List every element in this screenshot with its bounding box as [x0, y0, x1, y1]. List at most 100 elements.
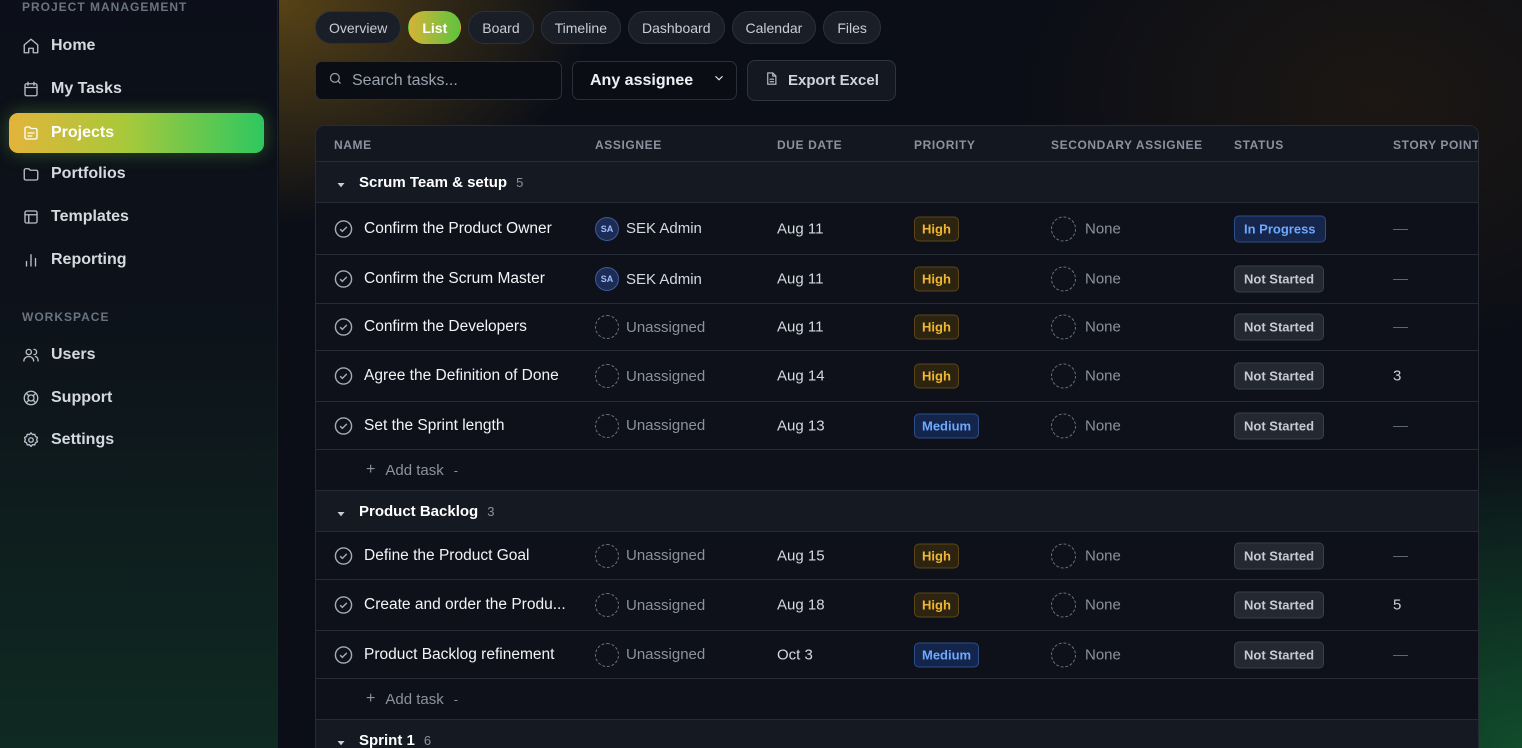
- status-cell[interactable]: In Progress: [1234, 215, 1326, 242]
- task-name[interactable]: Create and order the Produ...: [364, 596, 576, 614]
- secondary-assignee-cell[interactable]: None: [1051, 266, 1121, 292]
- priority-cell[interactable]: High: [914, 216, 959, 241]
- nav-item-support[interactable]: Support: [9, 378, 264, 418]
- priority-cell[interactable]: High: [914, 543, 959, 568]
- complete-check-icon[interactable]: [334, 416, 353, 435]
- status-cell[interactable]: Not Started: [1234, 542, 1325, 569]
- task-name[interactable]: Agree the Definition of Done: [364, 367, 576, 385]
- table-row[interactable]: Confirm the Developers Unassigned Aug 11…: [316, 304, 1478, 351]
- status-cell[interactable]: Not Started: [1234, 591, 1325, 619]
- nav-item-reporting[interactable]: Reporting: [9, 240, 264, 280]
- assignee-filter-select[interactable]: Any assignee: [572, 61, 737, 100]
- story-points[interactable]: —: [1393, 646, 1408, 663]
- column-header-due-date[interactable]: DUE DATE: [777, 138, 842, 152]
- tab-calendar[interactable]: Calendar: [731, 11, 817, 44]
- due-date[interactable]: Aug 13: [777, 417, 825, 434]
- complete-check-icon[interactable]: [334, 596, 353, 615]
- assignee-cell[interactable]: Unassigned: [595, 315, 705, 339]
- caret-down-icon[interactable]: [336, 735, 346, 746]
- due-date[interactable]: Aug 18: [777, 597, 825, 614]
- nav-item-templates[interactable]: Templates: [9, 197, 264, 237]
- priority-cell[interactable]: High: [914, 592, 959, 618]
- complete-check-icon[interactable]: [334, 546, 353, 565]
- table-row[interactable]: Confirm the Product Owner SA SEK Admin Au…: [316, 203, 1478, 255]
- assignee-cell[interactable]: Unassigned: [595, 413, 705, 438]
- nav-item-my-tasks[interactable]: My Tasks: [9, 69, 264, 109]
- column-header-name[interactable]: NAME: [334, 138, 372, 152]
- secondary-assignee-cell[interactable]: None: [1051, 413, 1121, 438]
- tab-list[interactable]: List: [408, 11, 462, 44]
- nav-item-home[interactable]: Home: [9, 26, 264, 66]
- table-row[interactable]: Set the Sprint length Unassigned Aug 13 …: [316, 402, 1478, 450]
- caret-down-icon[interactable]: [336, 506, 346, 517]
- assignee-cell[interactable]: Unassigned: [595, 642, 705, 667]
- priority-cell[interactable]: Medium: [914, 413, 980, 438]
- task-name[interactable]: Confirm the Scrum Master: [364, 270, 576, 288]
- status-cell[interactable]: Not Started: [1234, 641, 1325, 668]
- due-date[interactable]: Aug 11: [777, 319, 823, 336]
- caret-down-icon[interactable]: [336, 177, 346, 188]
- tab-dashboard[interactable]: Dashboard: [628, 11, 725, 44]
- secondary-assignee-cell[interactable]: None: [1051, 543, 1121, 568]
- task-name[interactable]: Product Backlog refinement: [364, 646, 576, 664]
- assignee-cell[interactable]: SA SEK Admin: [595, 267, 702, 291]
- story-points[interactable]: 5: [1393, 597, 1401, 614]
- group-header[interactable]: Product Backlog 3: [316, 491, 1478, 532]
- status-cell[interactable]: Not Started: [1234, 265, 1325, 293]
- due-date[interactable]: Aug 11: [777, 220, 823, 237]
- table-row[interactable]: Agree the Definition of Done Unassigned …: [316, 351, 1478, 402]
- tab-board[interactable]: Board: [468, 11, 534, 44]
- assignee-cell[interactable]: SA SEK Admin: [595, 216, 702, 241]
- secondary-assignee-cell[interactable]: None: [1051, 363, 1121, 389]
- group-header[interactable]: Sprint 16: [316, 720, 1478, 748]
- story-points[interactable]: —: [1393, 220, 1408, 237]
- column-header-secondary-assignee[interactable]: SECONDARY ASSIGNEE: [1051, 138, 1203, 152]
- secondary-assignee-cell[interactable]: None: [1051, 314, 1121, 340]
- export-excel-button[interactable]: Export Excel: [747, 60, 896, 101]
- due-date[interactable]: Oct 3: [777, 646, 813, 663]
- task-name[interactable]: Confirm the Developers: [364, 318, 576, 336]
- add-task-button[interactable]: + Add task -: [366, 690, 458, 708]
- group-header[interactable]: Scrum Team & setup 5: [316, 162, 1478, 203]
- task-name[interactable]: Set the Sprint length: [364, 417, 576, 435]
- table-row[interactable]: Confirm the Scrum Master SA SEK Admin Aug…: [316, 255, 1478, 304]
- story-points[interactable]: —: [1393, 271, 1408, 288]
- tab-overview[interactable]: Overview: [315, 11, 402, 44]
- story-points[interactable]: 3: [1393, 368, 1401, 385]
- table-row[interactable]: Create and order the Produ... Unassigned…: [316, 580, 1478, 631]
- story-points[interactable]: —: [1393, 547, 1408, 564]
- task-name[interactable]: Confirm the Product Owner: [364, 220, 576, 238]
- assignee-cell[interactable]: Unassigned: [595, 364, 705, 388]
- secondary-assignee-cell[interactable]: None: [1051, 216, 1121, 241]
- secondary-assignee-cell[interactable]: None: [1051, 592, 1121, 618]
- column-header-story-point[interactable]: STORY POINT: [1393, 138, 1478, 152]
- due-date[interactable]: Aug 14: [777, 368, 825, 385]
- priority-cell[interactable]: High: [914, 314, 959, 340]
- nav-item-users[interactable]: Users: [9, 335, 264, 375]
- search-input[interactable]: [352, 71, 552, 90]
- story-points[interactable]: —: [1393, 319, 1408, 336]
- table-row[interactable]: Define the Product Goal Unassigned Aug 1…: [316, 532, 1478, 580]
- complete-check-icon[interactable]: [334, 219, 353, 238]
- nav-item-settings[interactable]: Settings: [9, 420, 264, 460]
- column-header-assignee[interactable]: ASSIGNEE: [595, 138, 662, 152]
- add-task-button[interactable]: + Add task -: [366, 461, 458, 479]
- nav-item-projects[interactable]: Projects: [9, 113, 264, 153]
- nav-item-portfolios[interactable]: Portfolios: [9, 154, 264, 194]
- story-points[interactable]: —: [1393, 417, 1408, 434]
- due-date[interactable]: Aug 11: [777, 271, 823, 288]
- complete-check-icon[interactable]: [334, 645, 353, 664]
- priority-cell[interactable]: Medium: [914, 642, 980, 667]
- status-cell[interactable]: Not Started: [1234, 362, 1325, 390]
- complete-check-icon[interactable]: [334, 318, 353, 337]
- assignee-cell[interactable]: Unassigned: [595, 593, 705, 617]
- priority-cell[interactable]: High: [914, 363, 959, 389]
- table-row[interactable]: Product Backlog refinement Unassigned Oc…: [316, 631, 1478, 679]
- task-name[interactable]: Define the Product Goal: [364, 547, 576, 565]
- status-cell[interactable]: Not Started: [1234, 412, 1325, 439]
- column-header-status[interactable]: STATUS: [1234, 138, 1284, 152]
- priority-cell[interactable]: High: [914, 266, 959, 292]
- tab-timeline[interactable]: Timeline: [540, 11, 621, 44]
- secondary-assignee-cell[interactable]: None: [1051, 642, 1121, 667]
- tab-files[interactable]: Files: [823, 11, 881, 44]
